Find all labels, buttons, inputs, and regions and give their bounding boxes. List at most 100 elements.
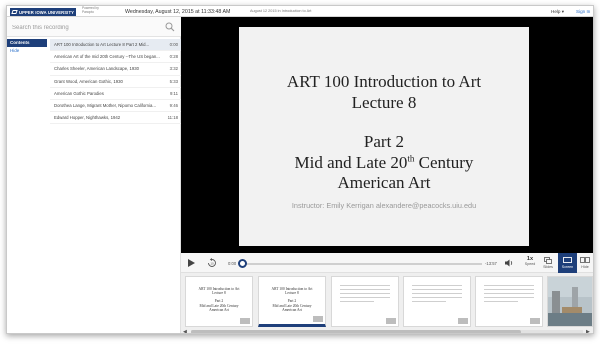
toc-item-title: Charles Sheeler, American Landscape, 193…	[54, 66, 140, 72]
hide-button[interactable]: Hide	[578, 256, 592, 269]
scroll-right-arrow-icon[interactable]: ▶	[586, 329, 590, 333]
tab-contents[interactable]: Contents	[7, 39, 47, 47]
screen-label: Screen	[561, 265, 574, 269]
top-bar: UPPER IOWA UNIVERSITY Powered by Panopto…	[7, 6, 593, 17]
thumbnail-text-line	[412, 301, 446, 302]
scrollbar-thumb[interactable]	[191, 330, 521, 333]
landscape-painting-image	[548, 277, 592, 326]
thumbnail-title: ART 100 Introduction to Art Lecture 8	[271, 287, 313, 296]
thumbnail-text-line	[412, 297, 462, 298]
search-icon[interactable]	[165, 22, 175, 32]
thumbnail-scrollbar[interactable]	[191, 330, 583, 333]
presentation-slide: ART 100 Introduction to Art Lecture 8 Pa…	[239, 27, 529, 246]
toc-item-title: Edward Hopper, Nighthawks, 1942	[54, 115, 121, 121]
playback-controls: 10 0:00 -13:57 1x Speed Slides Screen Hi…	[181, 253, 593, 273]
toc-item[interactable]: American Art of the mid 20th Century --T…	[50, 51, 181, 64]
rewind-icon[interactable]: 10	[207, 258, 217, 268]
elapsed-time: 0:00	[228, 261, 237, 266]
logo-text: UPPER IOWA UNIVERSITY	[19, 9, 74, 15]
table-of-contents: ART 100 Introduction to Art Lecture 8 Pa…	[50, 39, 181, 125]
thumbnail[interactable]: ART 100 Introduction to Art Lecture 8 Par…	[185, 276, 253, 327]
thumbnail-text-line	[484, 293, 534, 294]
slide-subtitle-pre: Mid and Late 20	[294, 153, 408, 172]
thumbnail-badge	[530, 318, 540, 324]
toc-item-time: 3:32	[169, 66, 178, 72]
slide-part: Part 2	[363, 132, 405, 151]
toc-item-time: 0:00	[169, 42, 178, 47]
toc-item[interactable]: American Gothic Parodies 9:11	[50, 88, 181, 101]
thumbnail-text-line	[412, 289, 462, 290]
toc-item-title: Dorothea Lange, Migrant Mother, Nipomo C…	[54, 103, 156, 109]
scroll-left-arrow-icon[interactable]: ◀	[183, 329, 187, 333]
slide-subtitle-post: Century	[414, 153, 474, 172]
thumbnail-painting[interactable]	[547, 276, 593, 327]
slide-title-line2: Lecture 8	[351, 93, 417, 112]
speed-button[interactable]: 1x Speed	[521, 256, 539, 266]
help-menu[interactable]: Help ▾	[551, 9, 564, 15]
toc-item[interactable]: Edward Hopper, Nighthawks, 1942 11:18	[50, 112, 181, 125]
slide-subtitle-line1: Mid and Late 20th Century	[239, 153, 529, 173]
thumbnail-text-line	[340, 297, 390, 298]
play-icon[interactable]	[187, 259, 195, 267]
speed-label: Speed	[524, 262, 536, 266]
slides-icon	[544, 257, 552, 264]
thumbnail-text-line	[484, 301, 518, 302]
toc-item[interactable]: ART 100 Introduction to Art Lecture 8 Pa…	[50, 39, 181, 52]
university-logo[interactable]: UPPER IOWA UNIVERSITY	[10, 8, 76, 16]
thumbnail-badge	[313, 316, 323, 322]
thumbnail-text-line	[484, 285, 534, 286]
thumbnail-subtitle: Part 2 Mid and Late 20th Century American …	[199, 299, 239, 312]
logo-mark-icon	[11, 10, 18, 14]
thumbnail[interactable]	[331, 276, 399, 327]
toc-item-title: American Art of the mid 20th Century --T…	[54, 54, 160, 60]
screen-button[interactable]: Screen	[558, 253, 577, 273]
slides-label: Slides	[543, 265, 553, 269]
recording-date: Wednesday, August 12, 2015 at 11:33:48 A…	[125, 8, 231, 15]
tab-hide[interactable]: Hide	[7, 47, 49, 55]
thumbnail-text-line	[340, 293, 390, 294]
svg-text:10: 10	[210, 261, 214, 265]
thumbnail-strip: ART 100 Introduction to Art Lecture 8 Par…	[181, 273, 593, 333]
thumbnail-text-line	[340, 289, 390, 290]
recording-viewer: UPPER IOWA UNIVERSITY Powered by Panopto…	[6, 5, 594, 334]
toc-item[interactable]: Dorothea Lange, Migrant Mother, Nipomo C…	[50, 100, 181, 113]
search-bar	[7, 17, 181, 37]
volume-icon[interactable]	[504, 258, 514, 268]
thumbnail-badge	[240, 318, 250, 324]
thumbnail-badge	[458, 318, 468, 324]
thumbnail-subtitle: Part 2 Mid and Late 20th Century American …	[272, 299, 312, 312]
sidebar: Contents Hide ART 100 Introduction to Ar…	[7, 17, 181, 333]
scrub-handle[interactable]	[238, 259, 247, 268]
toc-item-time: 9:46	[169, 103, 178, 109]
hide-icon	[580, 257, 590, 263]
video-player[interactable]: ART 100 Introduction to Art Lecture 8 Pa…	[181, 17, 593, 253]
toc-item-time: 0:28	[169, 54, 178, 60]
powered-by-panopto: Powered by Panopto	[82, 6, 99, 14]
thumbnail-text-line	[412, 293, 462, 294]
thumbnail-badge	[386, 318, 396, 324]
slide-title-line1: ART 100 Introduction to Art	[286, 72, 482, 91]
thumbnail-title: ART 100 Introduction to Art Lecture 8	[198, 287, 240, 296]
thumbnail[interactable]	[475, 276, 543, 327]
thumbnail[interactable]	[403, 276, 471, 327]
toc-item-title: Grant Wood, American Gothic, 1930	[54, 78, 123, 84]
slide-subtitle-line2: American Art	[337, 173, 431, 192]
screen-icon	[563, 257, 572, 263]
recording-folder-title: August 12 2015 in Introduction to Art	[250, 9, 312, 13]
sidebar-tabs: Contents Hide	[7, 39, 49, 55]
thumbnail-text-line	[484, 297, 534, 298]
toc-item-title: American Gothic Parodies	[54, 90, 104, 96]
toc-item[interactable]: Charles Sheeler, American Landscape, 193…	[50, 63, 181, 76]
thumbnail-text-line	[340, 301, 374, 302]
timeline-track[interactable]	[241, 262, 482, 265]
thumbnail-text-line	[340, 285, 390, 286]
search-input[interactable]	[12, 23, 162, 32]
thumbnail[interactable]: ART 100 Introduction to Art Lecture 8 Par…	[258, 276, 326, 327]
slide-instructor: Instructor: Emily Kerrigan alexandere@pe…	[291, 201, 477, 210]
toc-item[interactable]: Grant Wood, American Gothic, 1930 5:33	[50, 76, 181, 88]
sign-in-link[interactable]: Sign In	[576, 9, 590, 14]
thumbnail-text-line	[412, 285, 462, 286]
hide-label: Hide	[581, 265, 589, 269]
slides-button[interactable]: Slides	[540, 256, 556, 269]
thumbnail-text-line	[484, 289, 534, 290]
